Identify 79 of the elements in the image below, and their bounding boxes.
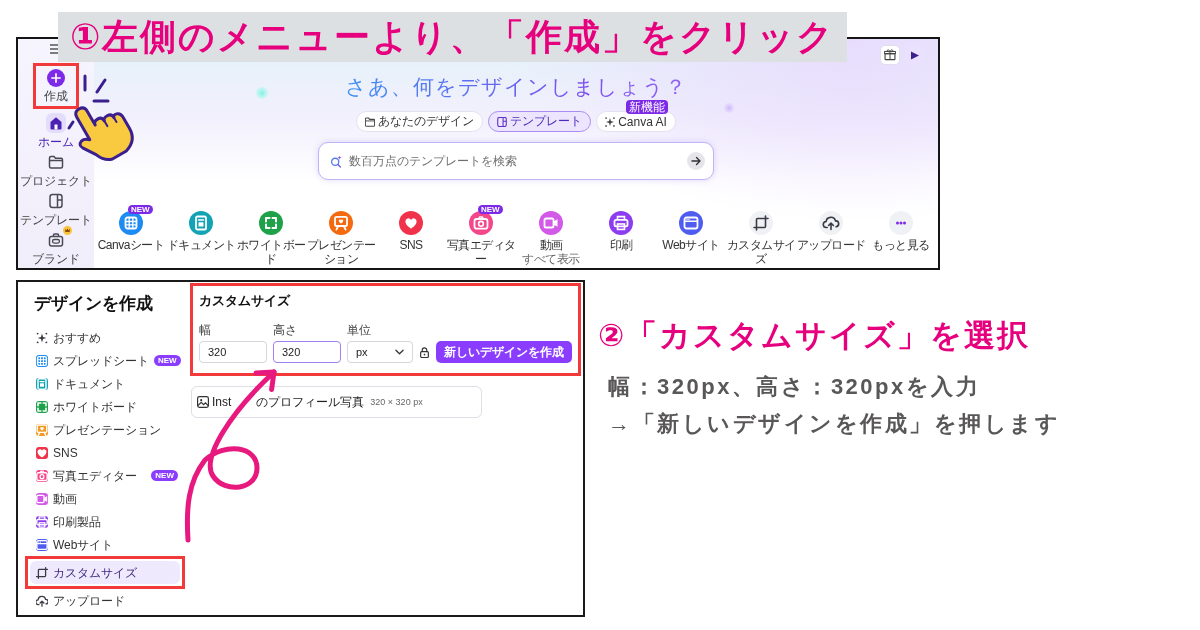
category-button[interactable]: Canvaシート — [96, 211, 166, 252]
search-placeholder: 数百万点のテンプレートを検索 — [349, 152, 518, 170]
glow-dot-icon — [256, 87, 268, 99]
see-all-link[interactable]: すべて表示 — [522, 252, 580, 266]
menu-item[interactable]: ドキュメント — [30, 372, 180, 395]
category-button[interactable]: 写真エディター — [446, 211, 516, 266]
search-icon — [330, 154, 343, 168]
category-button[interactable]: 動画 — [516, 211, 586, 252]
field-label: 単位 — [347, 323, 371, 337]
new-feature-badge: 新機能 — [625, 100, 668, 114]
new-badge: NEW — [478, 205, 503, 214]
glow-dot-icon — [724, 103, 734, 113]
menu-item[interactable]: スプレッドシート NEW — [30, 349, 180, 372]
arrow-right-icon — [691, 156, 701, 166]
search-button[interactable] — [687, 152, 705, 170]
sparkle-icon — [36, 331, 48, 344]
image-icon — [197, 396, 209, 408]
menu-item[interactable]: SNS — [30, 441, 180, 464]
category-button[interactable]: アップロード — [796, 211, 866, 252]
category-button[interactable]: カスタムサイズ — [726, 211, 796, 266]
create-design-button[interactable]: 新しいデザインを作成 — [436, 341, 572, 363]
layout-icon — [46, 191, 66, 211]
plus-icon — [47, 69, 65, 87]
width-field[interactable]: 320 — [199, 341, 267, 363]
sidebar-item[interactable]: 作成 — [44, 69, 68, 103]
category-button[interactable]: ホワイトボード — [236, 211, 306, 266]
category-button[interactable]: 印刷 — [586, 211, 656, 252]
gift-icon — [884, 49, 896, 61]
category-button[interactable]: プレゼンテーション — [306, 211, 376, 266]
menu-item[interactable]: Webサイト — [30, 533, 180, 556]
menu-item[interactable]: 動画 — [30, 487, 180, 510]
new-badge: NEW — [128, 205, 153, 214]
new-badge: NEW — [151, 470, 178, 481]
chevron-down-icon — [395, 349, 404, 355]
category-button[interactable]: もっと見る — [866, 211, 936, 252]
lock-icon[interactable] — [420, 347, 429, 358]
instruction-text: →「新しいデザインを作成」を押します — [607, 411, 1060, 437]
field-label: 高さ — [273, 323, 297, 337]
instruction-title: ②「カスタムサイズ」を選択 — [598, 318, 1032, 354]
play-icon — [911, 50, 919, 60]
menu-item[interactable]: ホワイトボード — [30, 395, 180, 418]
menu-item[interactable]: 印刷製品 — [30, 510, 180, 533]
menu-item[interactable]: アップロード — [30, 589, 180, 612]
gift-button[interactable] — [880, 45, 900, 65]
sidebar-item[interactable]: ホーム — [38, 113, 74, 149]
sidebar-item[interactable]: テンプレート — [20, 191, 92, 227]
section-title: カスタムサイズ — [199, 293, 292, 309]
field-label: 幅 — [199, 323, 211, 337]
tab[interactable]: あなたのデザイン — [356, 111, 484, 132]
size-text: 320 × 320 px — [370, 396, 423, 408]
crop-icon — [36, 566, 48, 579]
layout-icon — [497, 116, 508, 127]
instruction-text: 幅：320px、高さ：320pxを入力 — [607, 374, 982, 400]
category-button[interactable]: Webサイト — [656, 211, 726, 252]
menu-item[interactable]: プレゼンテーション — [30, 418, 180, 441]
menu-item[interactable]: カスタムサイズ — [30, 561, 180, 584]
height-field[interactable]: 320 — [273, 341, 341, 363]
briefcase-icon — [46, 230, 66, 250]
cloud-upload-icon — [36, 594, 48, 607]
template-name: Inst — [212, 395, 232, 409]
search-field[interactable]: 数百万点のテンプレートを検索 — [318, 142, 714, 180]
template-name: のプロフィール写真 — [256, 395, 365, 409]
click-burst-icon — [67, 74, 110, 130]
unit-select[interactable]: px — [347, 341, 413, 363]
category-button[interactable]: SNS — [376, 211, 446, 252]
menu-item[interactable]: おすすめ — [30, 326, 180, 349]
tab[interactable]: テンプレート — [488, 111, 592, 132]
category-button[interactable]: ドキュメント — [166, 211, 236, 252]
sidebar-item[interactable]: プロジェクト — [20, 152, 92, 188]
suggestion-card[interactable]: Inst のプロフィール写真 320 × 320 px — [191, 386, 482, 418]
folder-icon — [365, 116, 376, 127]
sidebar-item[interactable]: ブランド — [32, 230, 80, 266]
home-icon — [46, 113, 66, 133]
pointing-hand-icon — [74, 106, 134, 162]
new-badge: NEW — [154, 355, 181, 366]
step-heading: ①左側のメニューより、「作成」をクリック — [58, 12, 848, 62]
menu-item[interactable]: 写真エディター NEW — [30, 464, 180, 487]
sparkle-icon — [605, 116, 616, 127]
dialog-title: デザインを作成 — [33, 294, 154, 314]
